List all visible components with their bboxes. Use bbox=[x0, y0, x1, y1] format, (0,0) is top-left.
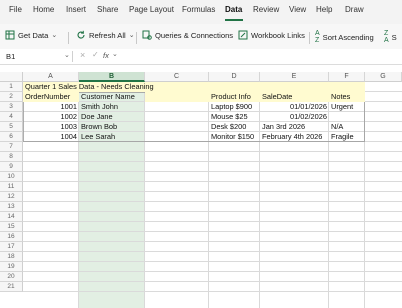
cell-f6[interactable]: Fragile bbox=[330, 132, 355, 142]
gridlines bbox=[23, 82, 402, 308]
header-fill bbox=[145, 92, 209, 102]
cell-a2[interactable]: OrderNumber bbox=[24, 92, 71, 102]
cell-d5[interactable]: Desk $200 bbox=[210, 122, 247, 132]
cell-d4[interactable]: Mouse $25 bbox=[210, 112, 249, 122]
cell-b5[interactable]: Brown Bob bbox=[80, 122, 118, 132]
cell-d6[interactable]: Monitor $150 bbox=[210, 132, 255, 142]
cell-e2[interactable]: SaleDate bbox=[261, 92, 293, 102]
cell-f4[interactable] bbox=[330, 112, 332, 122]
cell-d3[interactable]: Laptop $900 bbox=[210, 102, 253, 112]
cell-f5[interactable]: N/A bbox=[330, 122, 344, 132]
cell-e6[interactable]: February 4th 2026 bbox=[261, 132, 323, 142]
cell-a3[interactable]: 1001 bbox=[23, 102, 78, 112]
cell-e3[interactable]: 01/01/2026 bbox=[260, 102, 328, 112]
cell-e4[interactable]: 01/02/2026 bbox=[260, 112, 328, 122]
cell-a4[interactable]: 1002 bbox=[23, 112, 78, 122]
cell-b2[interactable]: Customer Name bbox=[80, 92, 136, 102]
cell-a6[interactable]: 1004 bbox=[23, 132, 78, 142]
cell-e5[interactable]: Jan 3rd 2026 bbox=[261, 122, 306, 132]
cell-f2[interactable]: Notes bbox=[330, 92, 351, 102]
cell-f3[interactable]: Urgent bbox=[330, 102, 354, 112]
cell-b6[interactable]: Lee Sarah bbox=[80, 132, 116, 142]
cell-b4[interactable]: Doe Jane bbox=[80, 112, 114, 122]
cell-d2[interactable]: Product Info bbox=[210, 92, 252, 102]
cell-a1-title[interactable]: Quarter 1 Sales Data - Needs Cleaning bbox=[24, 82, 155, 92]
cell-a5[interactable]: 1003 bbox=[23, 122, 78, 132]
cell-b3[interactable]: Smith John bbox=[80, 102, 119, 112]
